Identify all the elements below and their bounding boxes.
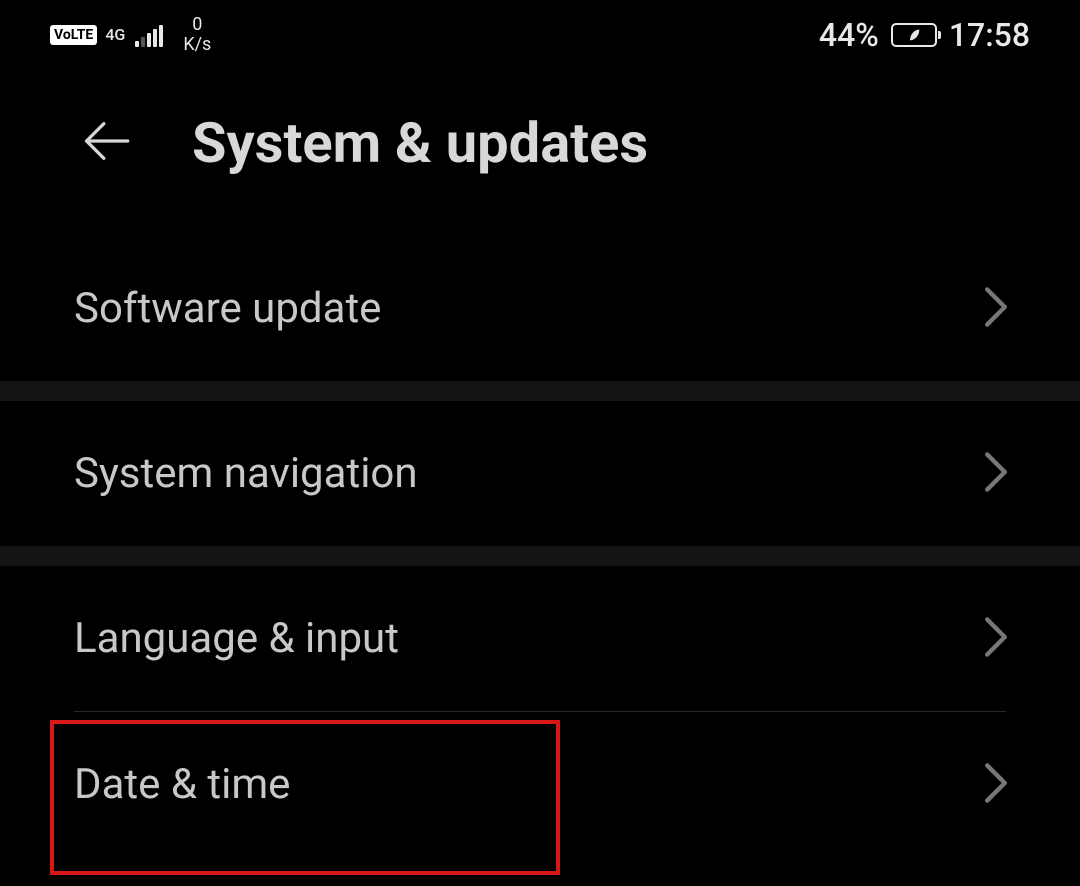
page-title: System & updates: [192, 110, 648, 176]
settings-list: Software update System navigation Langua…: [0, 236, 1080, 857]
network-indicator: 4G: [105, 27, 125, 43]
signal-icon: [135, 23, 163, 47]
status-left: VoLTE 4G 0 K/s: [50, 15, 211, 55]
header: System & updates: [0, 70, 1080, 236]
data-speed-unit: K/s: [183, 35, 211, 55]
section-divider: [0, 546, 1080, 566]
item-label: Software update: [74, 284, 381, 333]
battery-percent: 44%: [819, 16, 879, 54]
battery-icon: [891, 23, 937, 47]
chevron-right-icon: [982, 615, 1010, 663]
network-type: 4G: [105, 27, 125, 43]
item-software-update[interactable]: Software update: [0, 236, 1080, 381]
chevron-right-icon: [982, 450, 1010, 498]
arrow-left-icon: [80, 115, 132, 167]
item-system-navigation[interactable]: System navigation: [0, 401, 1080, 546]
chevron-right-icon: [982, 761, 1010, 809]
item-language-input[interactable]: Language & input: [0, 566, 1080, 711]
volte-badge: VoLTE: [50, 25, 97, 45]
status-bar: VoLTE 4G 0 K/s 44% 17:58: [0, 0, 1080, 70]
back-button[interactable]: [80, 115, 132, 171]
chevron-right-icon: [982, 285, 1010, 333]
data-speed-value: 0: [192, 15, 202, 35]
data-speed: 0 K/s: [183, 15, 211, 55]
item-label: Language & input: [74, 614, 399, 663]
section-divider: [0, 381, 1080, 401]
item-label: Date & time: [74, 760, 290, 809]
clock: 17:58: [949, 16, 1030, 54]
item-label: System navigation: [74, 449, 418, 498]
item-date-time[interactable]: Date & time: [0, 712, 1080, 857]
status-right: 44% 17:58: [819, 16, 1030, 54]
